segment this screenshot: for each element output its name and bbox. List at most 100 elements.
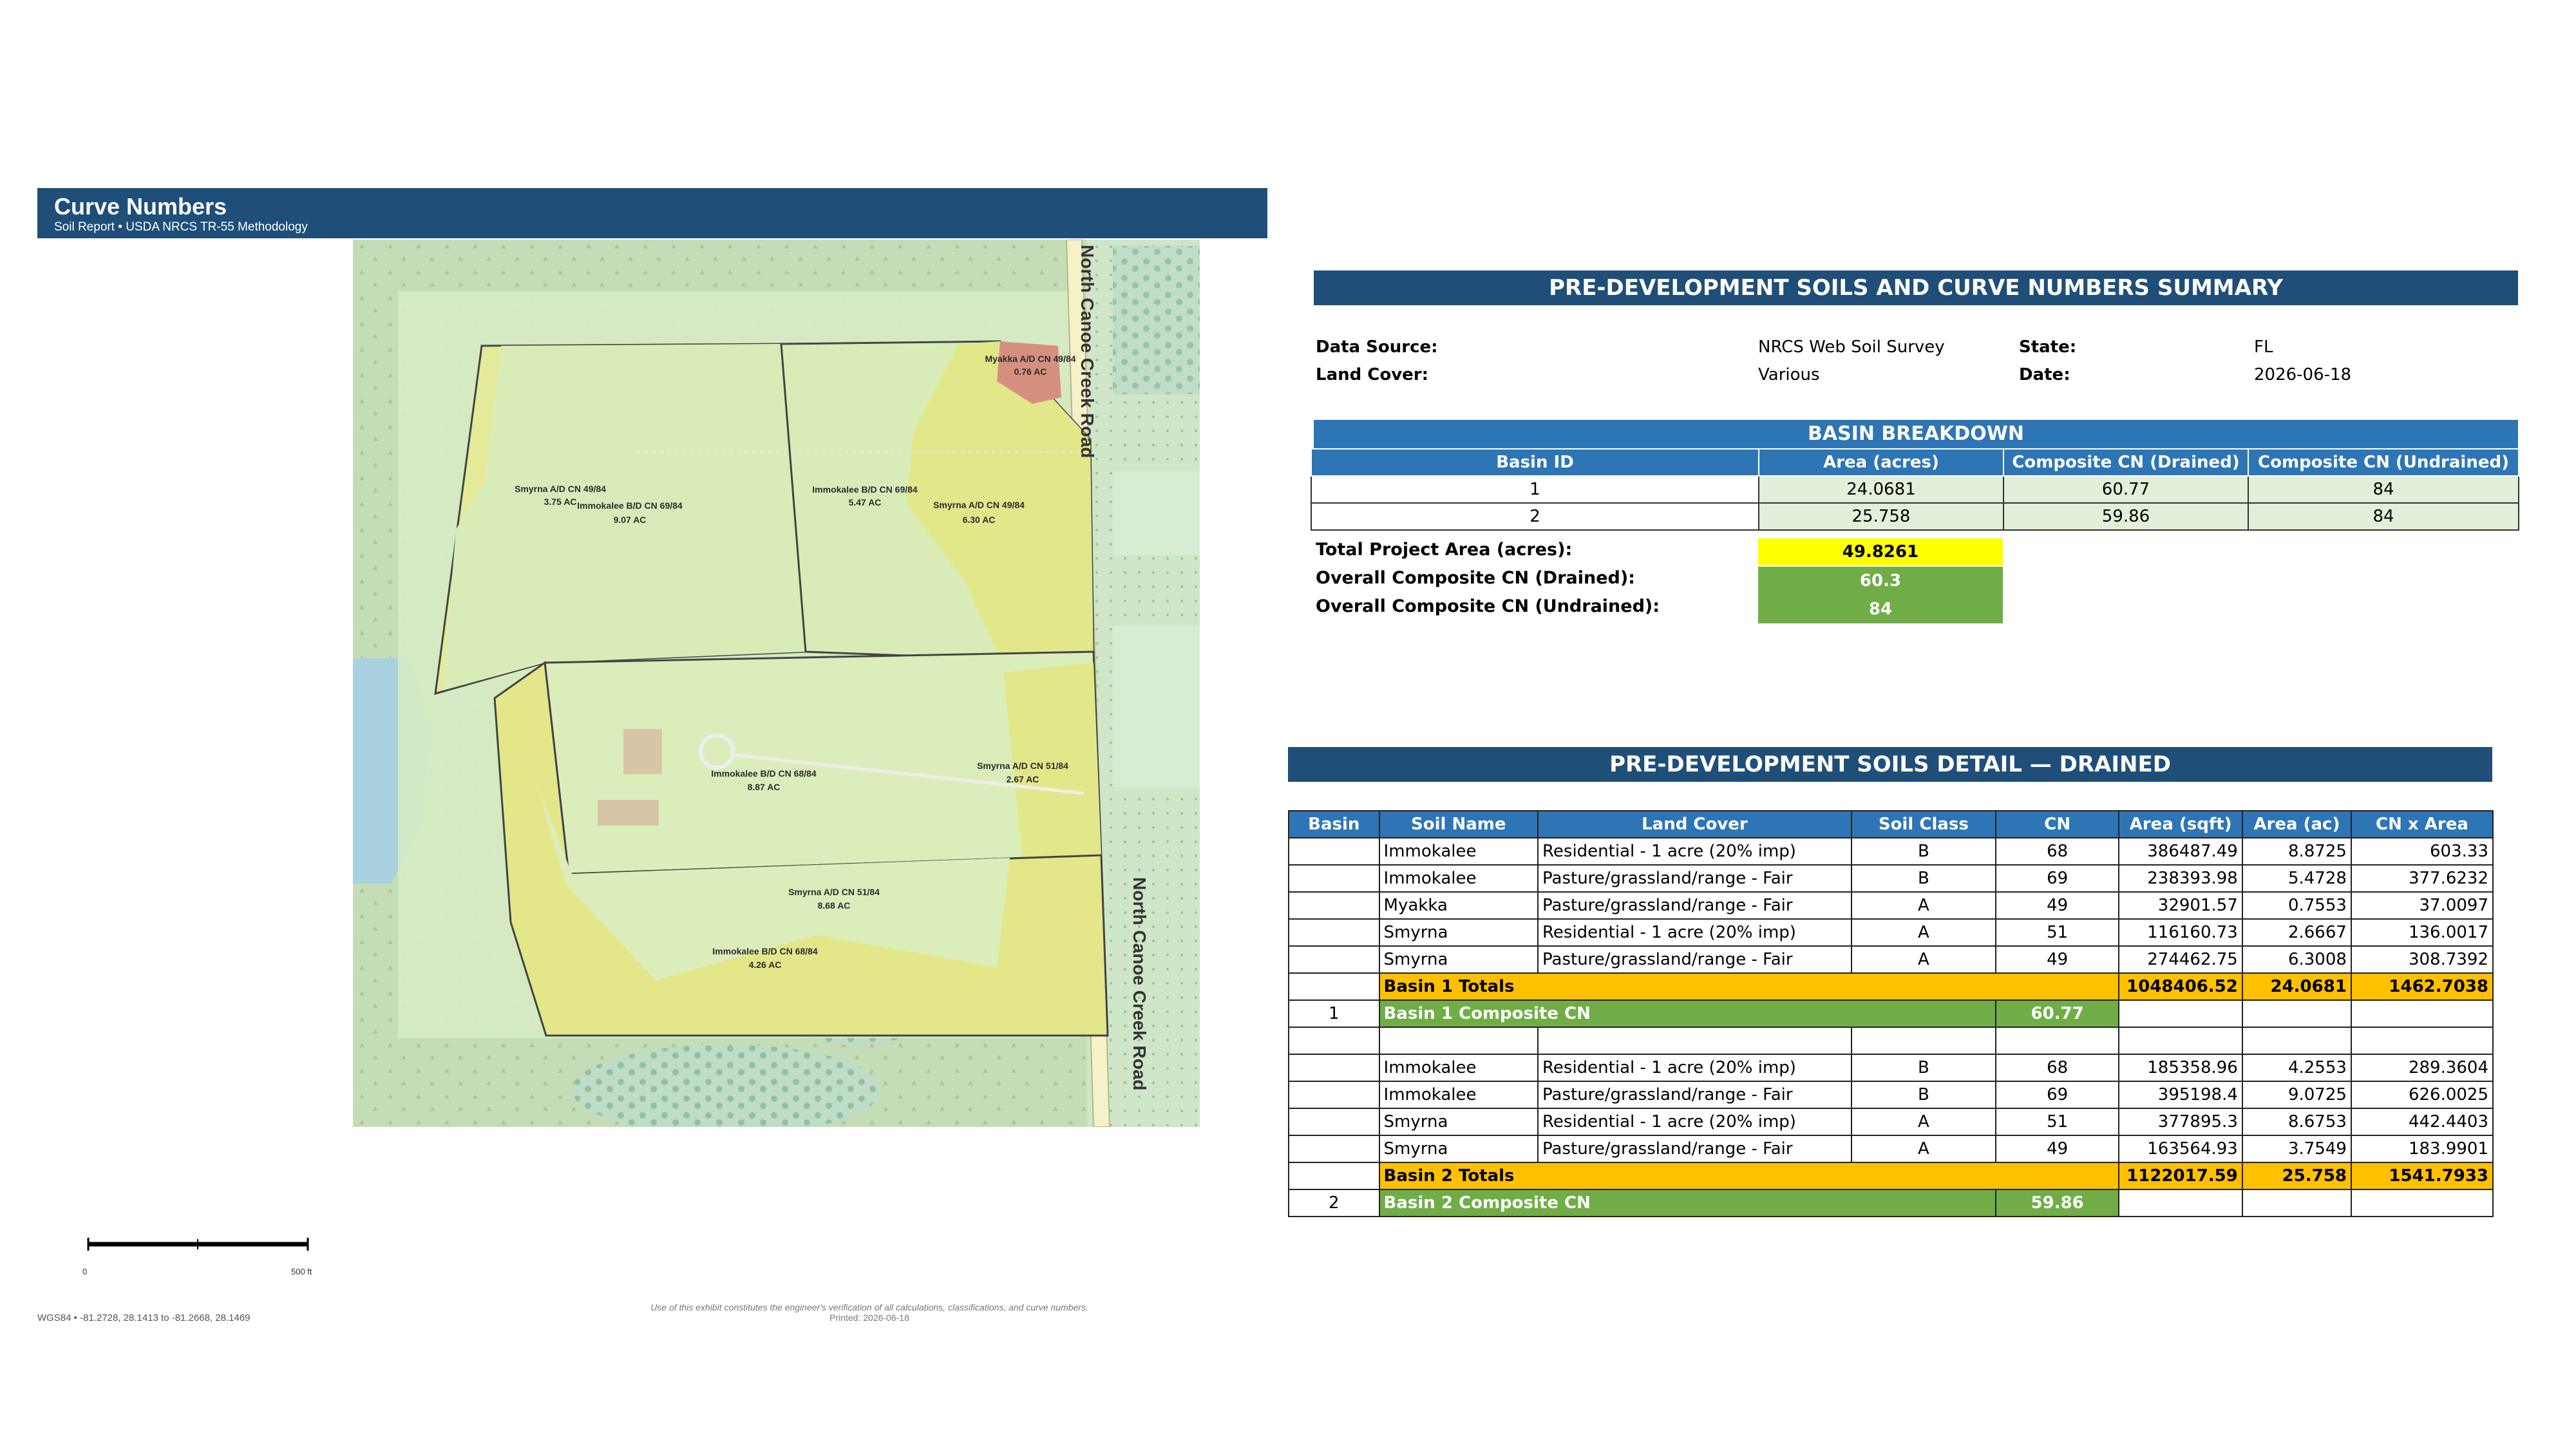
cn-x-area-cell: 136.0017	[2350, 918, 2494, 947]
printed-date: Printed: 2026-06-18	[829, 1312, 909, 1323]
soil-class-cell: B	[1850, 1054, 1996, 1082]
basin-cell	[1288, 1135, 1380, 1163]
spacer-row	[1288, 1027, 2494, 1055]
column-header: Basin ID	[1311, 448, 1759, 477]
detail-title: PRE-DEVELOPMENT SOILS DETAIL — DRAINED	[1288, 747, 2492, 782]
map-label-immokalee2-name: Immokalee B/D CN 69/84	[812, 484, 918, 495]
land-cover-label: Land Cover:	[1316, 365, 1429, 384]
column-header: Composite CN (Drained)	[2003, 448, 2249, 477]
empty-cell	[2350, 1189, 2494, 1217]
table-row: Immokalee Pasture/grassland/range - Fair B…	[1288, 1081, 2494, 1109]
map-label-immokalee4-area: 4.26 AC	[749, 960, 782, 970]
soil-class-cell: A	[1850, 918, 1996, 947]
cn-x-area-cell: 37.0097	[2350, 891, 2494, 920]
state-value: FL	[2254, 337, 2273, 357]
land-cover-cell: Pasture/grassland/range - Fair	[1537, 945, 1852, 974]
table-row: Smyrna Pasture/grassland/range - Fair A 49 2…	[1288, 945, 2494, 974]
map-label-smyrna2-name: Smyrna A/D CN 49/84	[933, 500, 1025, 510]
empty-cell	[1288, 1027, 1380, 1055]
column-header: Area (acres)	[1758, 448, 2004, 477]
column-header: Soil Class	[1850, 810, 1996, 838]
soil-name-cell: Myakka	[1378, 891, 1539, 920]
column-header: CN x Area	[2350, 810, 2494, 838]
scale-end: 500 ft	[291, 1267, 312, 1276]
road-label-south: North Canoe Creek Road	[1130, 877, 1150, 1090]
totals-sqft: 1048406.52	[2118, 972, 2243, 1001]
cn-x-area-cell: 626.0025	[2350, 1081, 2494, 1109]
cn-drained-cell: 60.77	[2003, 475, 2249, 504]
empty-cell	[2241, 1027, 2352, 1055]
basin-cell	[1288, 1108, 1380, 1136]
area-sqft-cell: 386487.49	[2118, 837, 2243, 866]
table-row: Immokalee Residential - 1 acre (20% imp) B…	[1288, 1054, 2494, 1082]
totals-row: Basin 1 Totals 1048406.52 24.0681 1462.7…	[1288, 972, 2494, 1001]
basin-cell	[1288, 972, 1380, 1001]
basin-cell	[1288, 918, 1380, 947]
map-label-smyrna2-area: 6.30 AC	[963, 515, 996, 525]
soil-class-cell: B	[1850, 1081, 1996, 1109]
soil-class-cell: A	[1850, 891, 1996, 920]
cn-cell: 49	[1994, 891, 2120, 920]
summary-title: PRE-DEVELOPMENT SOILS AND CURVE NUMBERS …	[1314, 270, 2518, 305]
empty-cell	[2241, 999, 2352, 1028]
basin-id-cell: 1	[1311, 475, 1759, 504]
report-subtitle: Soil Report • USDA NRCS TR-55 Methodolog…	[54, 220, 308, 234]
empty-cell	[1378, 1027, 1539, 1055]
cn-cell: 68	[1994, 1054, 2120, 1082]
cn-cell: 51	[1994, 918, 2120, 947]
area-sqft-cell: 32901.57	[2118, 891, 2243, 920]
cn-x-area-cell: 289.3604	[2350, 1054, 2494, 1082]
basin-id-cell: 2	[1311, 502, 1759, 531]
totals-cnxa: 1462.7038	[2350, 972, 2494, 1001]
cn-undrained-cell: 84	[2248, 502, 2519, 531]
state-label: State:	[2019, 337, 2077, 357]
map-label-myakka-area: 0.76 AC	[1014, 366, 1047, 377]
map-label-smyrna1-name: Smyrna A/D CN 49/84	[515, 484, 606, 494]
empty-cell	[1850, 1027, 1996, 1055]
column-header: Soil Name	[1378, 810, 1539, 838]
empty-cell	[2118, 1189, 2243, 1217]
road-label-north: North Canoe Creek Road	[1077, 245, 1097, 458]
map-label-immokalee2-area: 5.47 AC	[849, 497, 882, 507]
table-row: 2 25.758 59.86 84	[1311, 502, 2519, 531]
totals-label: Basin 2 Totals	[1378, 1162, 2120, 1190]
table-row: Immokalee Pasture/grassland/range - Fair B…	[1288, 864, 2494, 893]
map-label-smyrna4-name: Smyrna A/D CN 51/84	[788, 887, 880, 897]
totals-sqft: 1122017.59	[2118, 1162, 2243, 1190]
empty-cell	[1537, 1027, 1852, 1055]
area-ac-cell: 8.6753	[2241, 1108, 2352, 1136]
cn-cell: 69	[1994, 1081, 2120, 1109]
area-ac-cell: 6.3008	[2241, 945, 2352, 974]
table-row: Smyrna Pasture/grassland/range - Fair A 49 1…	[1288, 1135, 2494, 1163]
area-sqft-cell: 116160.73	[2118, 918, 2243, 947]
cn-cell: 49	[1994, 945, 2120, 974]
basin-1-rows: Immokalee Residential - 1 acre (20% imp) B…	[1288, 837, 2494, 974]
table-row: Smyrna Residential - 1 acre (20% imp) A 51 3…	[1288, 1108, 2494, 1136]
empty-cell	[2350, 999, 2494, 1028]
totals-cnxa: 1541.7933	[2350, 1162, 2494, 1190]
cn-drained-cell: 59.86	[2003, 502, 2249, 531]
soil-class-cell: B	[1850, 864, 1996, 893]
composite-value: 59.86	[1994, 1189, 2120, 1217]
soil-class-cell: A	[1850, 1135, 1996, 1163]
area-cell: 25.758	[1758, 502, 2004, 531]
table-row: 1 24.0681 60.77 84	[1311, 475, 2519, 504]
composite-label: Basin 1 Composite CN	[1378, 999, 1996, 1028]
soil-map[interactable]: Myakka A/D CN 49/84 0.76 AC Smyrna A/D C…	[353, 240, 1200, 1127]
report-header: Curve Numbers Soil Report • USDA NRCS TR…	[37, 188, 1267, 238]
land-cover-cell: Pasture/grassland/range - Fair	[1537, 864, 1852, 893]
map-label-immokalee3-area: 8.87 AC	[748, 782, 781, 792]
basin-cell	[1288, 1081, 1380, 1109]
map-label-immokalee3-name: Immokalee B/D CN 68/84	[711, 768, 817, 779]
map-label-immokalee4-name: Immokalee B/D CN 68/84	[712, 946, 818, 956]
soil-class-cell: B	[1850, 837, 1996, 866]
land-cover-cell: Residential - 1 acre (20% imp)	[1537, 918, 1852, 947]
composite-row: 2 Basin 2 Composite CN 59.86	[1288, 1189, 2494, 1217]
totals-row: Basin 2 Totals 1122017.59 25.758 1541.79…	[1288, 1162, 2494, 1190]
land-cover-cell: Residential - 1 acre (20% imp)	[1537, 1054, 1852, 1082]
total-area-value: 49.8261	[1758, 538, 2003, 565]
land-cover-value: Various	[1758, 365, 1820, 384]
map-label-smyrna4-area: 8.68 AC	[818, 900, 851, 911]
area-ac-cell: 3.7549	[2241, 1135, 2352, 1163]
column-header: CN	[1994, 810, 2120, 838]
